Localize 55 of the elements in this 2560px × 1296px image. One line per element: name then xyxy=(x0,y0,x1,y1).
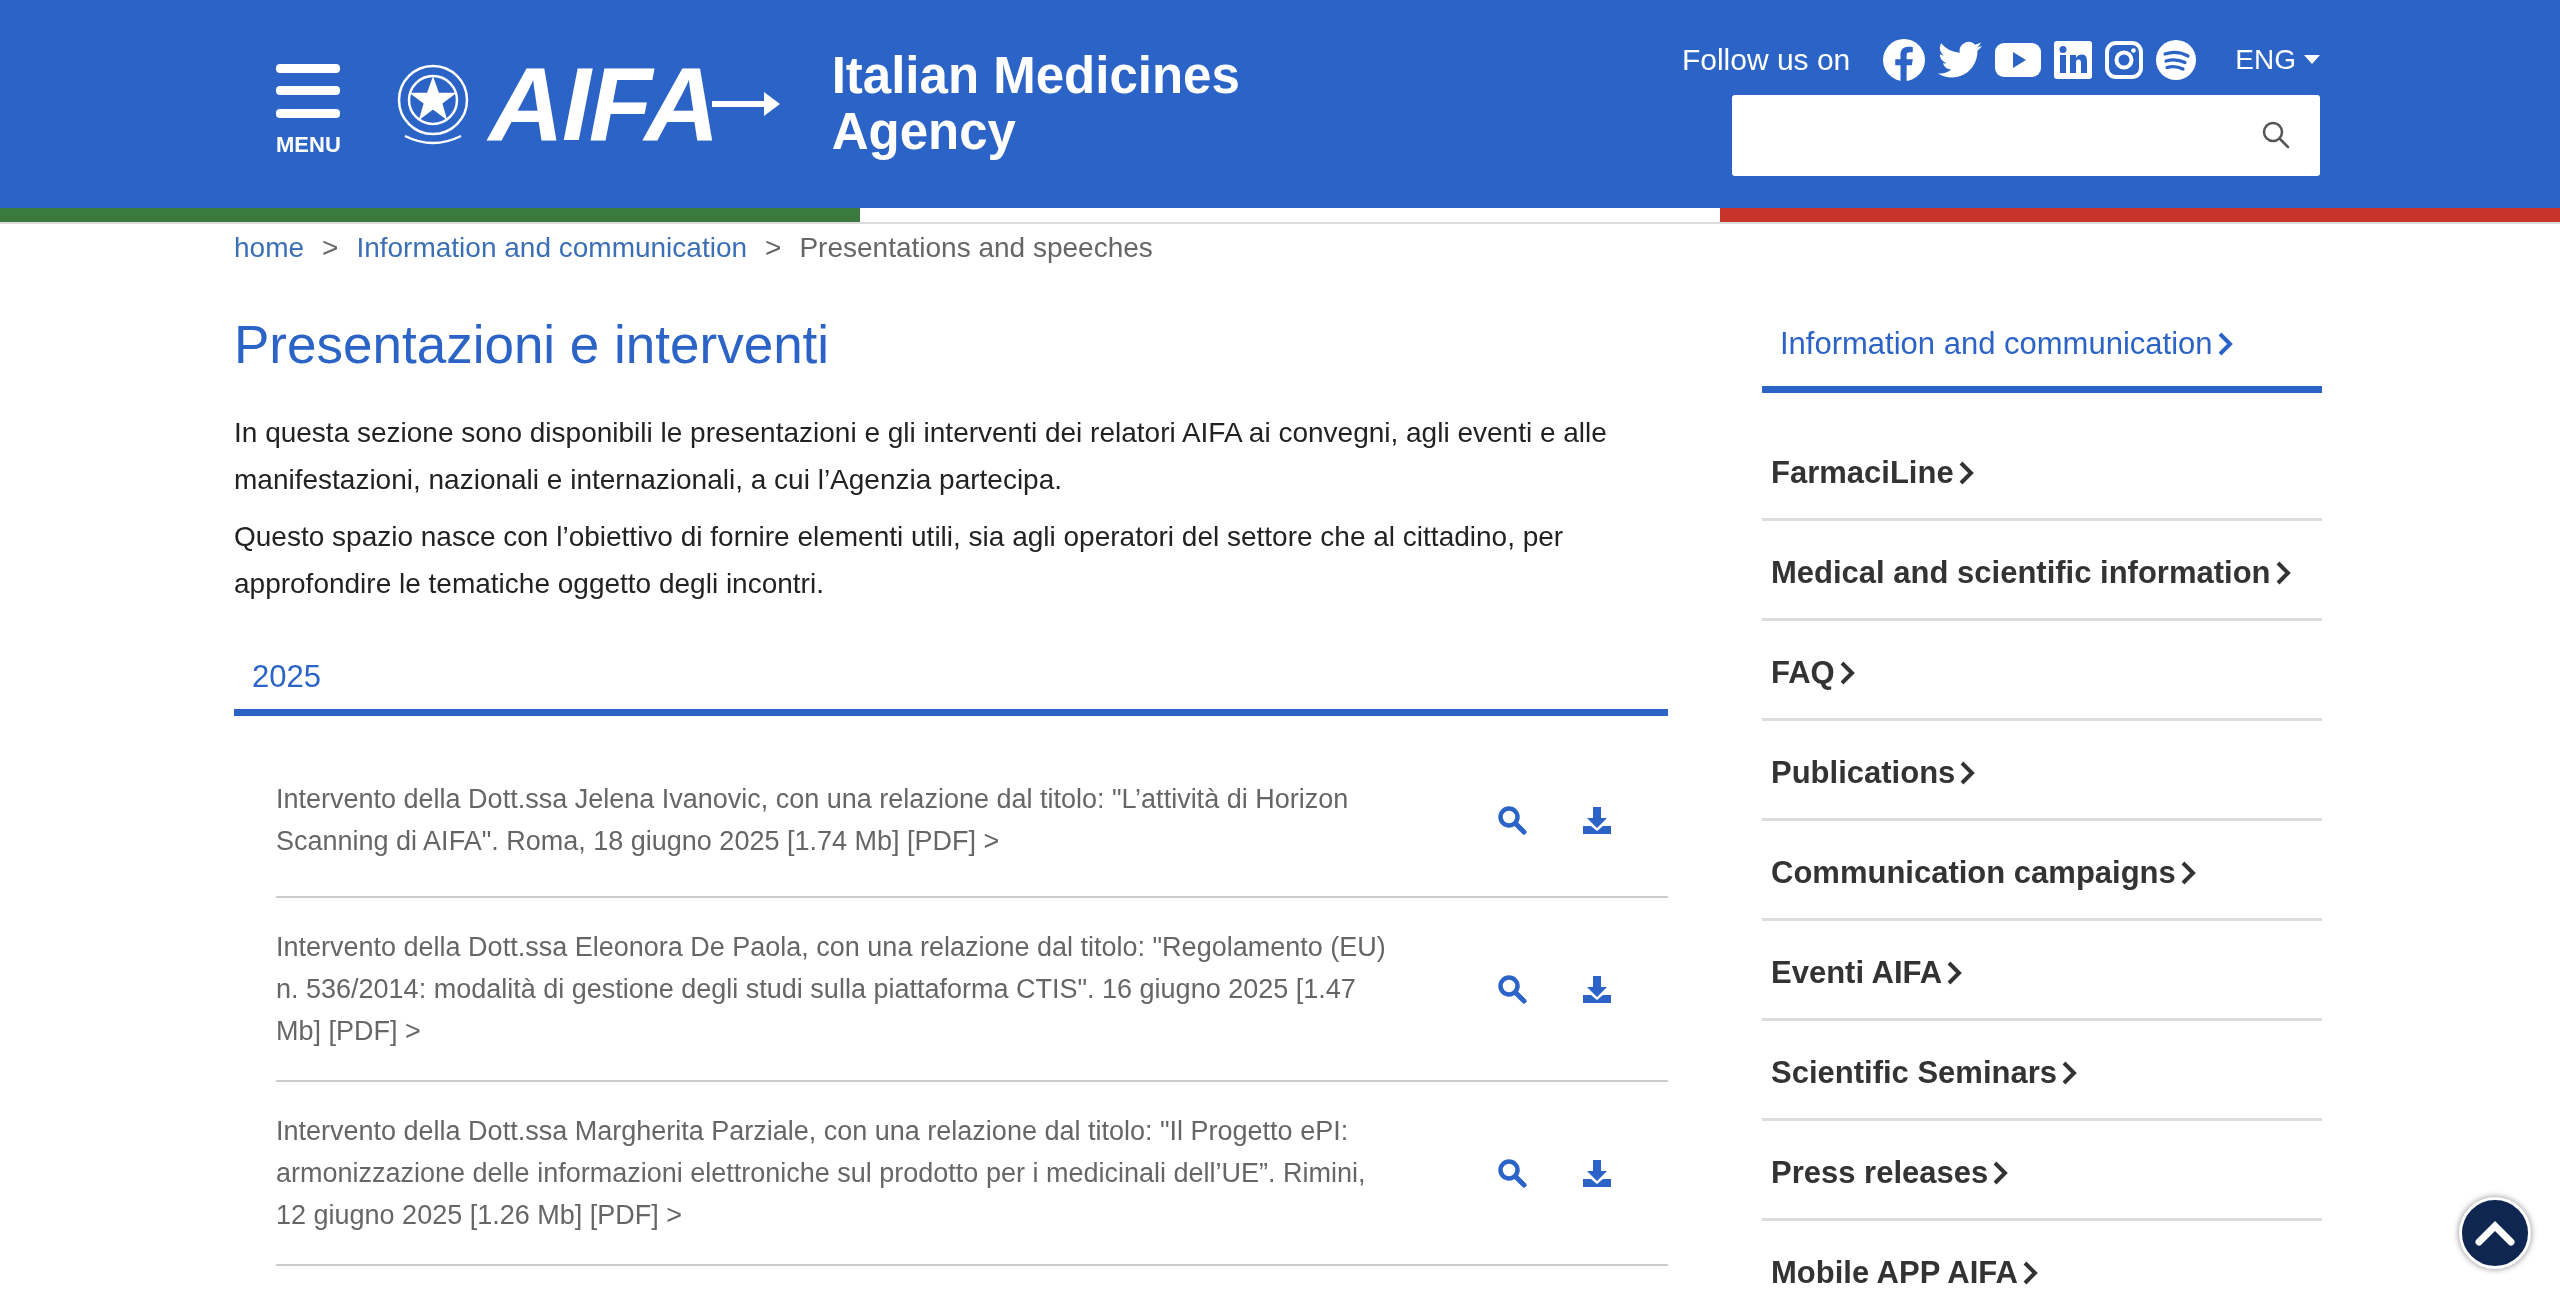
caret-down-icon xyxy=(2304,55,2320,64)
sidebar-menu-item[interactable]: FarmaciLine xyxy=(1762,421,2322,521)
site-title: Italian Medicines Agency xyxy=(831,48,1240,160)
document-link[interactable]: Intervento della Dott.ssa Eleonora De Paola, con una relazione dal titolo: "Regolamento (EU) n. 536/2014: modalità di gestione degli studi sulla piattaforma CTIS". 16 giugno 2025 [1.47 Mb] [PDF] > xyxy=(276,926,1442,1052)
chevron-right-icon xyxy=(1946,960,1963,986)
sidebar-menu-item[interactable]: Communication campaigns xyxy=(1762,821,2322,921)
document-link[interactable]: Intervento della Dott.ssa Margherita Parziale, con una relazione dal titolo: "Il Progetto ePI: armonizzazione delle informazioni elettroniche sul prodotto per i medicinali dell’UE”. Rimini, 12 giugno 2025 [1.26 Mb] [PDF] > xyxy=(276,1110,1442,1236)
year-tab[interactable]: 2025 xyxy=(234,651,339,709)
chevron-right-icon xyxy=(1992,1160,2009,1186)
download-icon[interactable] xyxy=(1582,974,1612,1004)
breadcrumb-link[interactable]: Information and communication xyxy=(356,232,748,264)
download-icon[interactable] xyxy=(1582,805,1612,835)
breadcrumb-separator: > xyxy=(322,232,339,264)
download-icon[interactable] xyxy=(1582,1158,1612,1188)
document-link[interactable]: Intervento della Dott.ssa Jelena Ivanovic, con una relazione dal titolo: "L’attività di Horizon Scanning di AIFA". Roma, 18 giugno 2025 [1.74 Mb] [PDF] > xyxy=(276,778,1442,862)
chevron-right-icon xyxy=(1957,460,1974,486)
sidebar-menu-item[interactable]: Medical and scientific information xyxy=(1762,521,2322,621)
sidebar-menu-item[interactable]: Eventi AIFA xyxy=(1762,921,2322,1021)
chevron-right-icon xyxy=(2274,560,2291,586)
menu-button[interactable]: MENU xyxy=(276,64,341,158)
chevron-right-icon xyxy=(1838,660,1855,686)
search-field[interactable] xyxy=(1732,94,2320,176)
chevron-right-icon xyxy=(2061,1060,2077,1086)
sidebar-menu-item[interactable]: Mobile APP AIFA xyxy=(1762,1221,2322,1296)
sidebar-menu-item[interactable]: Information and communication xyxy=(1762,310,2322,393)
sidebar-menu-item[interactable]: Scientific Seminars xyxy=(1762,1021,2322,1121)
menu-icon xyxy=(276,64,341,118)
breadcrumb-separator: > xyxy=(765,232,782,264)
chevron-right-icon xyxy=(2021,1260,2038,1286)
breadcrumb-link[interactable]: home xyxy=(234,232,305,264)
twitter-icon[interactable] xyxy=(1938,40,1983,79)
sidebar-menu-item[interactable]: Publications xyxy=(1762,721,2322,821)
language-dropdown[interactable]: ENG xyxy=(2235,43,2320,76)
intro-paragraph: Questo spazio nasce con l’obiettivo di fornire elementi utili, sia agli operatori del settore che al cittadino, per approfondire le tematiche oggetto degli incontri. xyxy=(234,520,1565,601)
follow-label: Follow us on xyxy=(1681,42,1851,77)
agency-logo[interactable]: AIFA xyxy=(488,52,782,156)
sidebar-menu-item[interactable]: FAQ xyxy=(1762,621,2322,721)
search-icon[interactable] xyxy=(2262,121,2290,149)
chevron-up-icon xyxy=(2475,1220,2515,1246)
spotify-icon[interactable] xyxy=(2156,39,2197,80)
search-icon[interactable] xyxy=(1497,1158,1527,1188)
instagram-icon[interactable] xyxy=(2105,40,2144,79)
breadcrumb-current: Presentations and speeches xyxy=(799,232,1153,264)
chevron-right-icon xyxy=(1959,760,1976,786)
page-title: Presentazioni e interventi xyxy=(234,314,831,375)
facebook-icon[interactable] xyxy=(1883,38,1926,81)
intro-paragraph: In questa sezione sono disponibili le presentazioni e gli interventi dei relatori AIFA ai convegni, agli eventi e alle manifestazioni, nazionali e internazionali, a cui l’Agenzia partecipa. xyxy=(234,416,1608,497)
youtube-icon[interactable] xyxy=(1995,42,2042,77)
chevron-right-icon xyxy=(2216,331,2233,357)
back-to-top-button[interactable] xyxy=(2459,1197,2531,1269)
search-icon[interactable] xyxy=(1497,805,1527,835)
sidebar-menu-item[interactable]: Press releases xyxy=(1762,1121,2322,1221)
chevron-right-icon xyxy=(2179,860,2196,886)
search-icon[interactable] xyxy=(1497,974,1527,1004)
linkedin-icon[interactable] xyxy=(2054,40,2093,79)
